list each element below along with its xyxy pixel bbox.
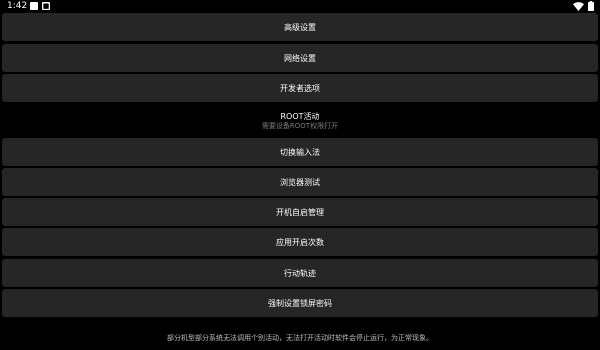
force-lock-password-button[interactable]: 强制设置锁屏密码 xyxy=(2,289,598,317)
browser-test-button[interactable]: 浏览器测试 xyxy=(2,168,598,196)
switch-input-method-button[interactable]: 切换输入法 xyxy=(2,138,598,166)
app-notification-icon: ■ xyxy=(42,1,50,10)
advanced-settings-button[interactable]: 高级设置 xyxy=(2,13,598,41)
square-notification-icon xyxy=(30,2,38,10)
root-section: ROOT活动 需要设备ROOT权限打开 xyxy=(2,112,598,131)
battery-icon xyxy=(588,1,594,11)
autostart-management-button[interactable]: 开机自启管理 xyxy=(2,198,598,226)
action-track-button[interactable]: 行动轨迹 xyxy=(2,259,598,287)
root-section-subtitle: 需要设备ROOT权限打开 xyxy=(261,122,339,130)
status-time: 1:42 xyxy=(7,1,28,11)
status-bar: 1:42 ■ xyxy=(0,0,600,12)
network-settings-button[interactable]: 网络设置 xyxy=(2,44,598,72)
app-screen: 1:42 ■ 高级设置 网络设置 开发者选项 ROOT活动 需要设备ROOT权限… xyxy=(0,0,600,350)
app-launch-count-button[interactable]: 应用开启次数 xyxy=(2,228,598,256)
root-section-title: ROOT活动 xyxy=(280,112,320,121)
status-indicators xyxy=(573,1,594,11)
wifi-icon xyxy=(573,1,584,11)
developer-options-button[interactable]: 开发者选项 xyxy=(2,74,598,102)
footer-note: 部分机型部分系统无法调用个别活动，无法打开活动时软件会停止运行，为正常现象。 xyxy=(167,334,433,342)
